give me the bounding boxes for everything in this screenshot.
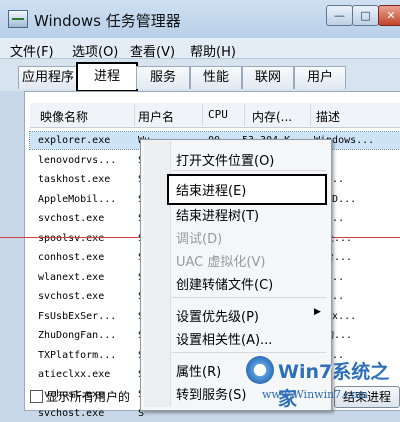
process-name: taskhost.exe — [38, 174, 111, 185]
process-name: ZhuDongFan... — [38, 330, 117, 341]
menu-view[interactable]: 查看(V) — [130, 41, 175, 60]
submenu-arrow-icon: ▶ — [314, 307, 321, 317]
column-user-name[interactable]: 用户名 — [138, 108, 174, 125]
menu-file[interactable]: 文件(F) — [10, 41, 54, 60]
menu-options[interactable]: 选项(O) — [72, 41, 118, 60]
ctx-open-file-location[interactable]: 打开文件位置(O) — [176, 150, 274, 169]
process-name: wlanext.exe — [38, 271, 105, 283]
tab-applications[interactable]: 应用程序 — [18, 66, 78, 89]
ctx-end-process-tree[interactable]: 结束进程树(T) — [176, 205, 259, 224]
process-name: conhost.exe — [38, 252, 105, 263]
process-name: TXPlatform... — [38, 349, 117, 361]
column-memory[interactable]: 内存(... — [252, 108, 292, 125]
column-image-name[interactable]: 映像名称 — [40, 108, 88, 125]
maximize-button[interactable]: □ — [352, 5, 379, 26]
watermark-brand: Win7系统之家 — [278, 361, 390, 410]
ctx-go-to-service[interactable]: 转到服务(S) — [176, 384, 246, 403]
ctx-properties[interactable]: 属性(R) — [176, 361, 221, 380]
process-name: atieclxx.exe — [38, 369, 111, 380]
tab-services[interactable]: 服务 — [136, 66, 190, 89]
process-name: svchost.exe — [38, 291, 105, 302]
show-all-users-label: 显示所有用户的 — [46, 390, 131, 404]
ctx-create-dump[interactable]: 创建转储文件(C) — [176, 274, 273, 293]
ctx-separator — [172, 170, 326, 171]
window-title: Windows 任务管理器 — [34, 12, 181, 30]
tab-performance[interactable]: 性能 — [190, 66, 242, 89]
process-name: spoolsv.exe — [38, 232, 105, 244]
process-name: svchost.exe — [38, 213, 105, 224]
ctx-set-affinity[interactable]: 设置相关性(A)... — [176, 329, 272, 348]
tab-processes[interactable]: 进程 — [76, 62, 138, 92]
show-all-users-checkbox[interactable] — [30, 390, 43, 403]
ctx-set-priority[interactable]: 设置优先级(P) — [176, 306, 259, 325]
task-manager-icon — [8, 10, 28, 28]
tab-users[interactable]: 用户 — [294, 66, 346, 89]
ctx-end-process[interactable]: 结束进程(E) — [176, 180, 246, 199]
ctx-uac-virtualization: UAC 虚拟化(V) — [176, 255, 266, 270]
close-button[interactable]: ✕ — [378, 5, 400, 26]
column-description[interactable]: 描述 — [316, 108, 340, 125]
column-divider[interactable] — [134, 104, 135, 126]
watermark-url: www.Winwin7.com — [262, 388, 368, 401]
menu-help[interactable]: 帮助(H) — [190, 41, 236, 60]
column-divider[interactable] — [244, 104, 245, 126]
process-name: lenovodrvs... — [38, 154, 117, 166]
process-name: svchost.exe — [38, 408, 105, 419]
column-divider[interactable] — [310, 104, 311, 126]
column-divider[interactable] — [202, 104, 203, 126]
process-name: FsUsbExSer... — [38, 310, 117, 322]
column-cpu[interactable]: CPU — [208, 108, 228, 121]
ctx-debug: 调试(D) — [176, 232, 223, 247]
process-name: explorer.exe — [38, 135, 111, 146]
ctx-separator — [172, 352, 326, 353]
ctx-separator — [172, 297, 326, 298]
watermark-logo-icon — [246, 356, 274, 384]
tab-networking[interactable]: 联网 — [242, 66, 294, 89]
minimize-button[interactable]: — — [326, 5, 353, 26]
process-name: AppleMobil... — [38, 193, 117, 205]
